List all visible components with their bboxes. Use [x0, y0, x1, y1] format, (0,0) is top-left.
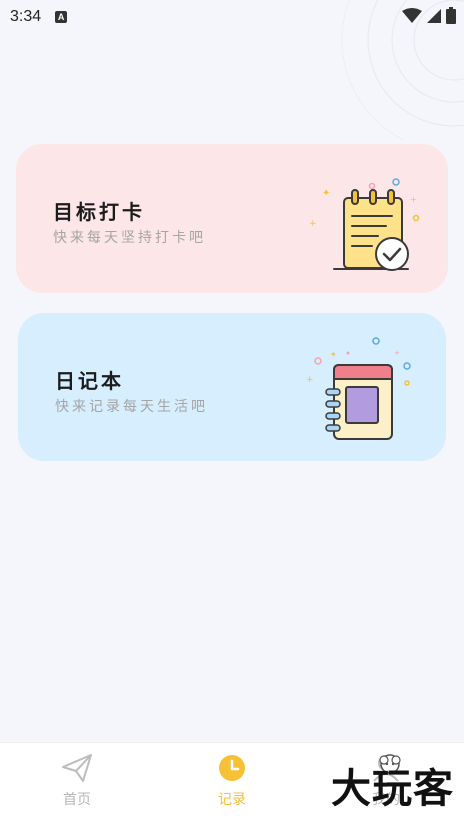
card-title: 日记本 [55, 369, 124, 393]
paper-plane-icon [62, 754, 92, 782]
svg-text:✦: ✦ [322, 188, 330, 199]
card-subtitle: 快来记录每天生活吧 [55, 399, 208, 415]
svg-text:+: + [394, 349, 400, 357]
tab-record[interactable]: 记录 [197, 753, 267, 809]
goal-checkin-card[interactable]: 目标打卡 快来每天坚持打卡吧 ✦ + + ✦ [16, 144, 448, 293]
tab-label: 首页 [63, 792, 91, 808]
svg-text:+: + [306, 375, 314, 385]
diary-card[interactable]: 日记本 快来记录每天生活吧 ✦ + + [18, 313, 446, 461]
notification-icon: A [55, 11, 68, 23]
checklist-notepad-icon: ✦ + + ✦ [309, 178, 420, 271]
card-title: 目标打卡 [53, 200, 145, 224]
svg-text:✦: ✦ [330, 350, 337, 359]
clock-icon [219, 755, 245, 781]
watermark-logo: 大玩客 [331, 765, 454, 812]
svg-text:+: + [309, 219, 317, 229]
decorative-rings [341, 0, 464, 140]
svg-text:+: + [410, 195, 417, 204]
status-time: 3:34 [10, 8, 42, 25]
diary-notebook-icon: ✦ + + [306, 337, 411, 440]
card-subtitle: 快来每天坚持打卡吧 [53, 230, 206, 246]
tab-label: 记录 [218, 792, 246, 808]
tab-home[interactable]: 首页 [42, 753, 112, 809]
bottom-tab-bar: 首页 记录 我的 大玩客 [0, 742, 464, 824]
